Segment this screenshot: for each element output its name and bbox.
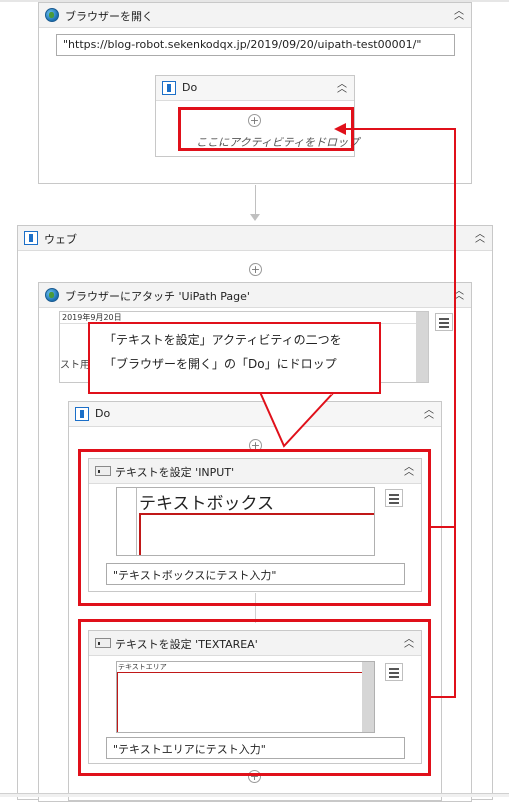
annotation-line [431, 526, 456, 528]
sequence-icon [162, 81, 176, 95]
annotation-arrow-icon [334, 123, 346, 135]
preview-text: スト用 [60, 360, 90, 371]
set-text-textarea-highlight [78, 619, 431, 776]
open-browser-header[interactable]: ブラウザーを開く ︿ ︿ [39, 3, 471, 28]
options-menu-icon[interactable] [435, 313, 453, 331]
annotation-line [431, 696, 456, 698]
collapse-icon[interactable]: ︿ ︿ [336, 80, 348, 95]
set-text-input-highlight [78, 449, 431, 606]
connector-line [255, 185, 256, 217]
collapse-icon[interactable]: ︿ ︿ [423, 406, 435, 421]
add-activity-icon[interactable]: + [249, 263, 262, 276]
callout-pointer [258, 391, 337, 448]
annotation-line-2: 「ブラウザーを開く」の「Do」にドロップ [104, 357, 337, 371]
web-header[interactable]: ウェブ ︿ ︿ [18, 226, 492, 251]
attach-browser-title: ブラウザーにアタッチ 'UiPath Page' [65, 290, 250, 303]
annotation-line-1: 「テキストを設定」アクティビティの二つを [104, 333, 342, 347]
collapse-icon[interactable]: ︿ ︿ [453, 7, 465, 22]
url-input[interactable]: "https://blog-robot.sekenkodqx.jp/2019/0… [56, 34, 455, 56]
annotation-line [454, 128, 456, 698]
do-header[interactable]: Do ︿ ︿ [156, 76, 354, 101]
inner-do-title: Do [95, 407, 111, 420]
globe-icon [45, 288, 59, 302]
drop-target-highlight [178, 107, 354, 151]
collapse-icon[interactable]: ︿ ︿ [474, 230, 486, 245]
annotation-callout: 「テキストを設定」アクティビティの二つを 「ブラウザーを開く」の「Do」にドロッ… [88, 322, 381, 394]
globe-icon [45, 8, 59, 22]
connector-arrow-icon [250, 214, 260, 221]
web-title: ウェブ [44, 233, 77, 246]
open-browser-activity[interactable]: ブラウザーを開く ︿ ︿ "https://blog-robot.sekenkod… [38, 2, 472, 184]
sequence-icon [75, 407, 89, 421]
attach-browser-header[interactable]: ブラウザーにアタッチ 'UiPath Page' ︿ ︿ [39, 283, 471, 308]
preview-scrollbar[interactable] [416, 312, 428, 382]
do-title: Do [182, 81, 198, 94]
open-browser-title: ブラウザーを開く [65, 10, 153, 23]
annotation-line [344, 128, 456, 130]
bottom-divider [0, 793, 509, 797]
sequence-icon [24, 231, 38, 245]
